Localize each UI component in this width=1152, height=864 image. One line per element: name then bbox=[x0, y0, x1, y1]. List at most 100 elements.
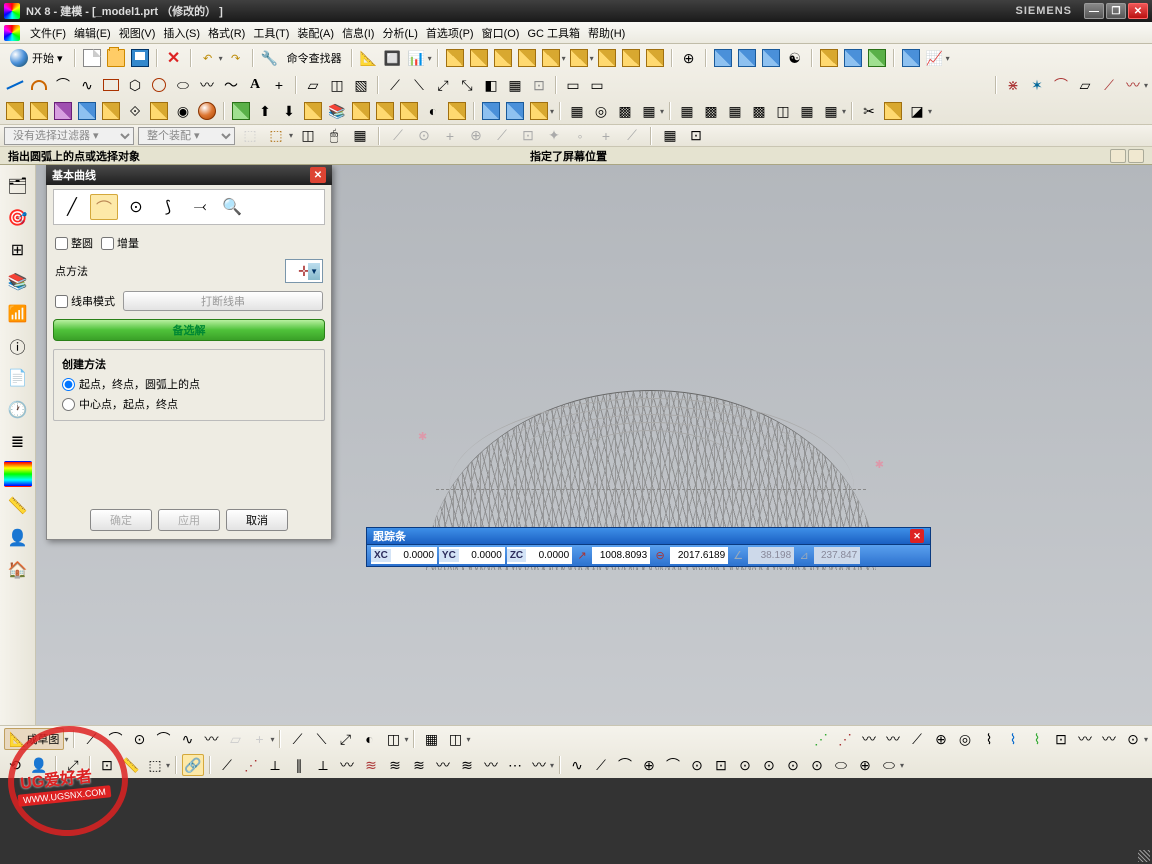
graphics-canvas[interactable]: 跟踪条 ✕ XC YC ZC ↗ ⊖ ∠ ⊿ ✱ ✱ bbox=[36, 165, 1152, 725]
tb-asm-1[interactable] bbox=[4, 100, 26, 122]
start-button[interactable]: 开始 ▾ bbox=[4, 46, 69, 70]
menu-gctoolbox[interactable]: GC 工具箱 bbox=[523, 25, 584, 41]
tb-e7[interactable]: ⊡ bbox=[528, 74, 550, 96]
menu-prefs[interactable]: 首选项(P) bbox=[422, 25, 478, 41]
flt-c3[interactable]: + bbox=[439, 125, 461, 147]
tb-i3[interactable] bbox=[528, 100, 550, 122]
tb-f1[interactable]: ▭ bbox=[562, 74, 584, 96]
trackbar-xc-field[interactable]: XC bbox=[371, 547, 437, 564]
tb-k6[interactable]: ▦ bbox=[796, 100, 818, 122]
minimize-button[interactable]: — bbox=[1084, 3, 1104, 19]
bt2-e3[interactable]: ⟂ bbox=[264, 754, 286, 776]
curve-trim-tool[interactable]: ⤙ bbox=[186, 194, 214, 220]
bt-d14[interactable]: ⊙ bbox=[1122, 728, 1144, 750]
radio-start-end-point[interactable]: 起点，终点，圆弧上的点 bbox=[62, 374, 316, 394]
status-icon-2[interactable] bbox=[1128, 149, 1144, 163]
save-button[interactable] bbox=[129, 47, 151, 69]
tb-k1[interactable]: ▦ bbox=[676, 100, 698, 122]
rail-constraint-navigator[interactable]: ⊞ bbox=[4, 237, 32, 263]
tb-g3[interactable]: ⌒ bbox=[1050, 74, 1072, 96]
tb-cube-c2[interactable] bbox=[842, 47, 864, 69]
flt-c9[interactable]: + bbox=[595, 125, 617, 147]
app-menu-icon[interactable] bbox=[4, 25, 20, 41]
bt-b2[interactable]: ⟍ bbox=[310, 728, 332, 750]
tb-e3[interactable]: ⤢ bbox=[432, 74, 454, 96]
tb-curve-button[interactable]: 〰 bbox=[196, 74, 218, 96]
full-circle-checkbox[interactable]: 整圆 bbox=[55, 235, 93, 251]
rail-hd3d[interactable]: 📶 bbox=[4, 301, 32, 327]
bt-d6[interactable]: ⊕ bbox=[930, 728, 952, 750]
bt2-e9[interactable]: ≋ bbox=[408, 754, 430, 776]
radio-center-start-end[interactable]: 中心点，起点，终点 bbox=[62, 394, 316, 414]
tb-poly-button[interactable]: ⬡ bbox=[124, 74, 146, 96]
flt-c5[interactable]: ⟋ bbox=[491, 125, 513, 147]
flt-c2[interactable]: ⊙ bbox=[413, 125, 435, 147]
bt-d12[interactable]: 〰 bbox=[1074, 728, 1096, 750]
tb-k7[interactable]: ▦ bbox=[820, 100, 842, 122]
tb-ellipse-button[interactable]: ⬭ bbox=[172, 74, 194, 96]
tb-h6[interactable] bbox=[350, 100, 372, 122]
bt2-e4[interactable]: ∥ bbox=[288, 754, 310, 776]
tb-cube-4[interactable] bbox=[516, 47, 538, 69]
flt-b2[interactable]: ⬚ bbox=[265, 125, 287, 147]
tb-cube-b2[interactable] bbox=[736, 47, 758, 69]
bt2-f8[interactable]: ⊙ bbox=[734, 754, 756, 776]
resize-grip[interactable] bbox=[1138, 850, 1150, 862]
tb-g6[interactable]: 〰 bbox=[1122, 74, 1144, 96]
tb-k2[interactable]: ▩ bbox=[700, 100, 722, 122]
bt-a5[interactable]: ∿ bbox=[176, 728, 198, 750]
bt-c1[interactable]: ▦ bbox=[420, 728, 442, 750]
bt2-e8[interactable]: ≋ bbox=[384, 754, 406, 776]
command-finder-button[interactable]: 🔧 bbox=[259, 47, 281, 69]
tb-wave-button[interactable]: 〜 bbox=[220, 74, 242, 96]
bt2-f10[interactable]: ⊙ bbox=[782, 754, 804, 776]
tb-sk2-button[interactable]: ◫ bbox=[326, 74, 348, 96]
tb-line-button[interactable] bbox=[4, 74, 26, 96]
bt2-f7[interactable]: ⊡ bbox=[710, 754, 732, 776]
tb-j3[interactable]: ▩ bbox=[614, 100, 636, 122]
rail-person[interactable]: 👤 bbox=[4, 525, 32, 551]
tb-h3[interactable]: ⬇ bbox=[278, 100, 300, 122]
bt2-f11[interactable]: ⊙ bbox=[806, 754, 828, 776]
menu-file[interactable]: 文件(F) bbox=[26, 25, 70, 41]
bt-b4[interactable]: ◐ bbox=[358, 728, 380, 750]
flt-c8[interactable]: ◦ bbox=[569, 125, 591, 147]
bt-a7[interactable]: ▱ bbox=[224, 728, 246, 750]
menu-analyze[interactable]: 分析(L) bbox=[378, 25, 421, 41]
tb-asm-9[interactable] bbox=[196, 100, 218, 122]
rail-color[interactable] bbox=[4, 461, 32, 487]
trackbar-zc-field[interactable]: ZC bbox=[507, 547, 572, 564]
bt2-f5[interactable]: ⌒ bbox=[662, 754, 684, 776]
tb-h9[interactable]: ◐ bbox=[422, 100, 444, 122]
bt-d3[interactable]: 〰 bbox=[858, 728, 880, 750]
tb-e2[interactable]: ⟍ bbox=[408, 74, 430, 96]
rail-measure[interactable]: 📏 bbox=[4, 493, 32, 519]
tb-btn-a2[interactable]: 🔲 bbox=[382, 47, 404, 69]
tb-fillet-button[interactable]: ⌒ bbox=[52, 74, 74, 96]
tb-rect-button[interactable] bbox=[100, 74, 122, 96]
bt2-f4[interactable]: ⊕ bbox=[638, 754, 660, 776]
tb-cube-3[interactable] bbox=[492, 47, 514, 69]
tb-g1[interactable]: ⋇ bbox=[1002, 74, 1024, 96]
string-mode-checkbox[interactable]: 线串模式 bbox=[55, 293, 115, 309]
tb-asm-2[interactable] bbox=[28, 100, 50, 122]
tb-j1[interactable]: ▦ bbox=[566, 100, 588, 122]
tb-k4[interactable]: ▩ bbox=[748, 100, 770, 122]
tb-l2[interactable] bbox=[882, 100, 904, 122]
bt2-e1[interactable]: ⟋ bbox=[216, 754, 238, 776]
tb-i2[interactable] bbox=[504, 100, 526, 122]
tb-j4[interactable]: ▦ bbox=[638, 100, 660, 122]
tb-j2[interactable]: ◎ bbox=[590, 100, 612, 122]
tb-h7[interactable] bbox=[374, 100, 396, 122]
flt-c7[interactable]: ✦ bbox=[543, 125, 565, 147]
flt-c10[interactable]: ⟋ bbox=[621, 125, 643, 147]
tb-h4[interactable] bbox=[302, 100, 324, 122]
assembly-filter[interactable]: 整个装配 ▾ bbox=[138, 127, 235, 145]
tb-cube-b3[interactable] bbox=[760, 47, 782, 69]
bt-a3[interactable]: ⊙ bbox=[128, 728, 150, 750]
tb-f2[interactable]: ▭ bbox=[586, 74, 608, 96]
trackbar-close-button[interactable]: ✕ bbox=[910, 529, 924, 543]
tb-g5[interactable]: ⟋ bbox=[1098, 74, 1120, 96]
menu-help[interactable]: 帮助(H) bbox=[584, 25, 629, 41]
tb-asm-6[interactable]: ⟐ bbox=[124, 100, 146, 122]
